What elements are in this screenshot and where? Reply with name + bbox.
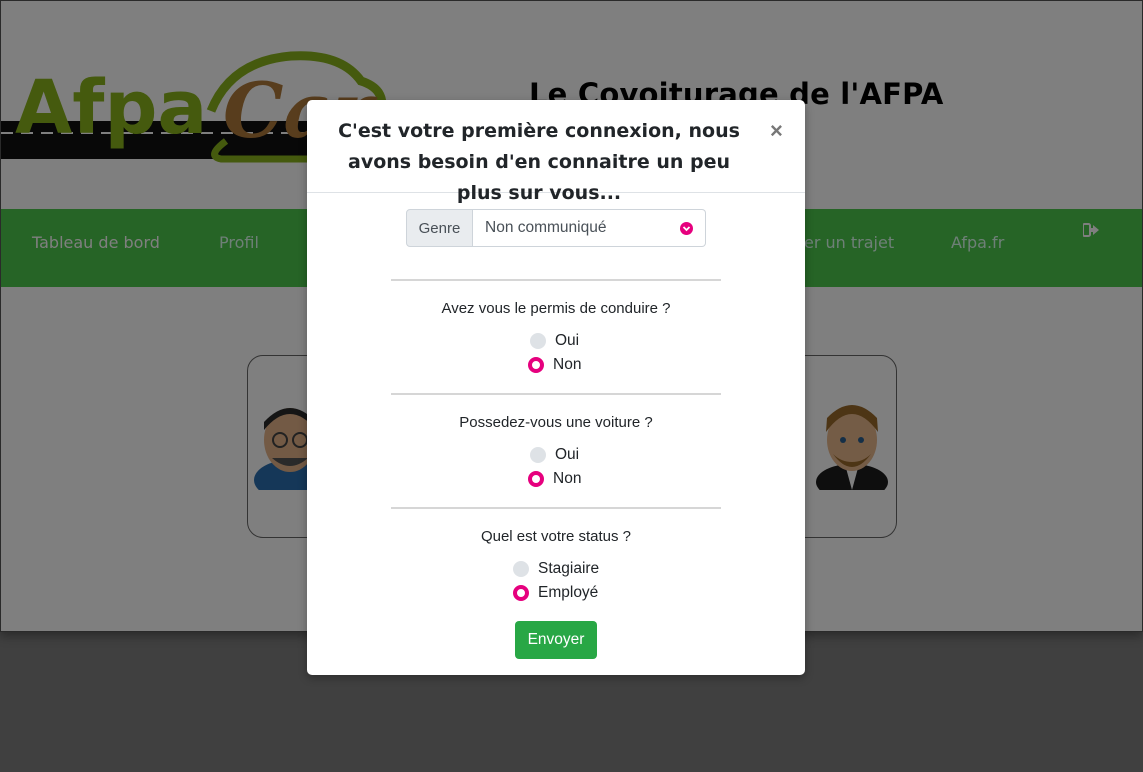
radio-unchecked[interactable] (513, 561, 529, 577)
genre-label: Genre (406, 209, 473, 247)
radio-voiture-non[interactable]: Non (528, 470, 581, 488)
envoyer-button[interactable]: Envoyer (515, 621, 597, 659)
divider (391, 279, 721, 281)
divider (391, 507, 721, 509)
question-status: Quel est votre status ? (480, 528, 632, 545)
radio-unchecked[interactable] (530, 333, 546, 349)
close-button[interactable]: × (770, 120, 783, 142)
radio-label: Non (553, 356, 582, 373)
radio-label: Employé (538, 584, 599, 601)
radio-checked[interactable] (513, 585, 529, 601)
genre-selected-value: Non communiqué (485, 219, 607, 236)
chevron-down-icon (680, 222, 693, 235)
genre-input-group: Genre Non communiqué (406, 209, 706, 247)
radio-unchecked[interactable] (530, 447, 546, 463)
modal-header: C'est votre première connexion, nous avo… (307, 100, 805, 204)
radio-label: Oui (555, 332, 580, 349)
radio-label: Oui (555, 446, 580, 463)
modal-title: C'est votre première connexion, nous avo… (338, 120, 740, 204)
radio-permis-non[interactable]: Non (528, 356, 581, 374)
radio-voiture-oui[interactable]: Oui (530, 446, 579, 464)
radio-checked[interactable] (528, 357, 544, 373)
radio-label: Non (553, 470, 582, 487)
radio-label: Stagiaire (538, 560, 600, 577)
genre-select[interactable]: Non communiqué (473, 209, 706, 247)
radio-permis-oui[interactable]: Oui (530, 332, 579, 350)
question-voiture: Possedez-vous une voiture ? (459, 414, 653, 431)
radio-checked[interactable] (528, 471, 544, 487)
radio-status-employe[interactable]: Employé (513, 584, 598, 602)
divider (391, 393, 721, 395)
first-login-modal: C'est votre première connexion, nous avo… (307, 100, 805, 675)
question-permis: Avez vous le permis de conduire ? (441, 300, 671, 317)
radio-status-stagiaire[interactable]: Stagiaire (513, 560, 599, 578)
